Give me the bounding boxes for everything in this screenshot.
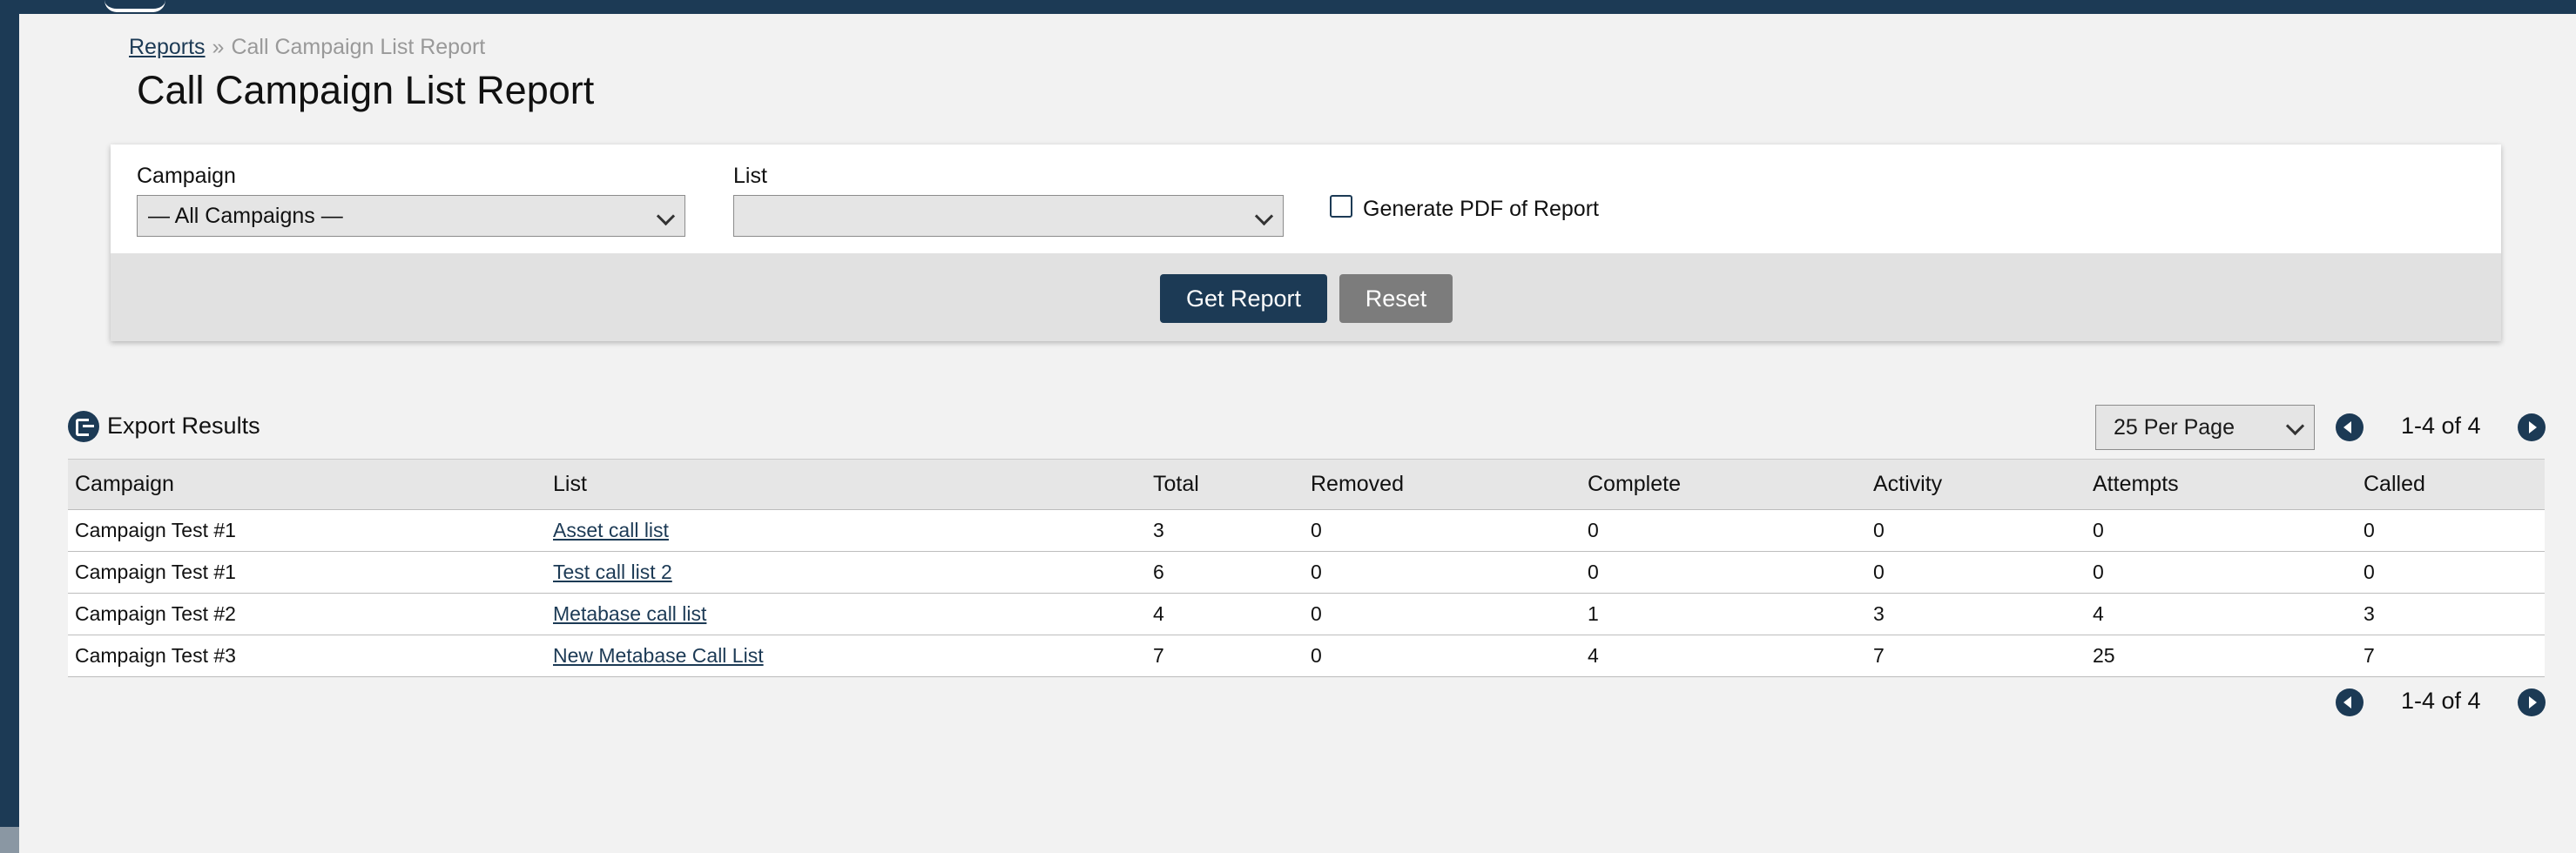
cell-attempts: 0 [2086,509,2357,552]
cell-total: 3 [1146,509,1304,552]
cell-called: 3 [2357,593,2545,635]
campaign-select-value: — All Campaigns — [148,204,343,228]
cell-complete: 0 [1581,509,1866,552]
column-header-total: Total [1146,459,1304,510]
cell-activity: 0 [1866,551,2086,594]
table-row: Campaign Test #3 New Metabase Call List … [68,635,2545,677]
cell-activity: 0 [1866,509,2086,552]
page-title: Call Campaign List Report [137,68,595,112]
cell-campaign: Campaign Test #1 [68,509,546,552]
cell-called: 7 [2357,635,2545,677]
column-header-attempts: Attempts [2086,459,2357,510]
chevron-left-icon[interactable] [2336,688,2364,716]
breadcrumb-reports-link[interactable]: Reports [129,35,206,59]
left-nav-bar [0,0,19,853]
cell-list: New Metabase Call List [546,635,1146,677]
cell-removed: 0 [1304,635,1581,677]
cell-campaign: Campaign Test #3 [68,635,546,677]
left-nav-footer [0,827,19,853]
cell-removed: 0 [1304,551,1581,594]
breadcrumb-current: Call Campaign List Report [231,35,486,59]
pagination-range-top: 1-4 of 4 [2401,413,2481,439]
column-header-removed: Removed [1304,459,1581,510]
cell-attempts: 25 [2086,635,2357,677]
cell-called: 0 [2357,551,2545,594]
cell-campaign: Campaign Test #1 [68,551,546,594]
cell-list: Asset call list [546,509,1146,552]
column-header-campaign: Campaign [68,459,546,510]
cell-complete: 4 [1581,635,1866,677]
get-report-button[interactable]: Get Report [1160,274,1327,323]
filter-card: Campaign — All Campaigns — List Generate… [111,144,2501,341]
table-row: Campaign Test #1 Test call list 2 6 0 0 … [68,551,2545,594]
list-link[interactable]: New Metabase Call List [553,644,764,667]
logo [105,0,165,12]
cell-total: 7 [1146,635,1304,677]
cell-removed: 0 [1304,593,1581,635]
chevron-left-icon[interactable] [2336,413,2364,441]
list-link[interactable]: Test call list 2 [553,561,672,583]
cell-attempts: 0 [2086,551,2357,594]
breadcrumb-separator: » [212,35,225,59]
cell-campaign: Campaign Test #2 [68,593,546,635]
column-header-complete: Complete [1581,459,1866,510]
chevron-right-icon[interactable] [2518,413,2546,441]
export-results-label: Export Results [107,413,260,439]
per-page-select[interactable]: 25 Per Page [2095,405,2315,450]
per-page-value: 25 Per Page [2114,415,2235,440]
generate-pdf-checkbox[interactable] [1330,195,1352,218]
cell-removed: 0 [1304,509,1581,552]
export-icon [68,411,99,442]
cell-complete: 1 [1581,593,1866,635]
cell-list: Metabase call list [546,593,1146,635]
cell-total: 6 [1146,551,1304,594]
cell-activity: 7 [1866,635,2086,677]
chevron-down-icon [1254,206,1274,226]
campaign-select[interactable]: — All Campaigns — [137,195,685,237]
list-link[interactable]: Asset call list [553,519,669,541]
list-label: List [733,164,767,188]
table-row: Campaign Test #2 Metabase call list 4 0 … [68,593,2545,635]
cell-list: Test call list 2 [546,551,1146,594]
column-header-activity: Activity [1866,459,2086,510]
cell-complete: 0 [1581,551,1866,594]
campaign-label: Campaign [137,164,236,188]
cell-total: 4 [1146,593,1304,635]
table-header-row: Campaign List Total Removed Complete Act… [68,459,2545,510]
list-link[interactable]: Metabase call list [553,602,706,625]
top-app-bar [0,0,2576,14]
breadcrumb: Reports» Call Campaign List Report [129,35,485,60]
reset-button[interactable]: Reset [1339,274,1453,323]
list-select[interactable] [733,195,1284,237]
column-header-list: List [546,459,1146,510]
chevron-right-icon[interactable] [2518,688,2546,716]
results-table: Campaign List Total Removed Complete Act… [68,459,2545,677]
cell-activity: 3 [1866,593,2086,635]
cell-attempts: 4 [2086,593,2357,635]
table-row: Campaign Test #1 Asset call list 3 0 0 0… [68,509,2545,552]
pagination-range-bottom: 1-4 of 4 [2401,688,2481,714]
chevron-down-icon [656,206,676,226]
generate-pdf-label[interactable]: Generate PDF of Report [1363,197,1599,222]
column-header-called: Called [2357,459,2545,510]
chevron-down-icon [2285,416,2305,436]
cell-called: 0 [2357,509,2545,552]
